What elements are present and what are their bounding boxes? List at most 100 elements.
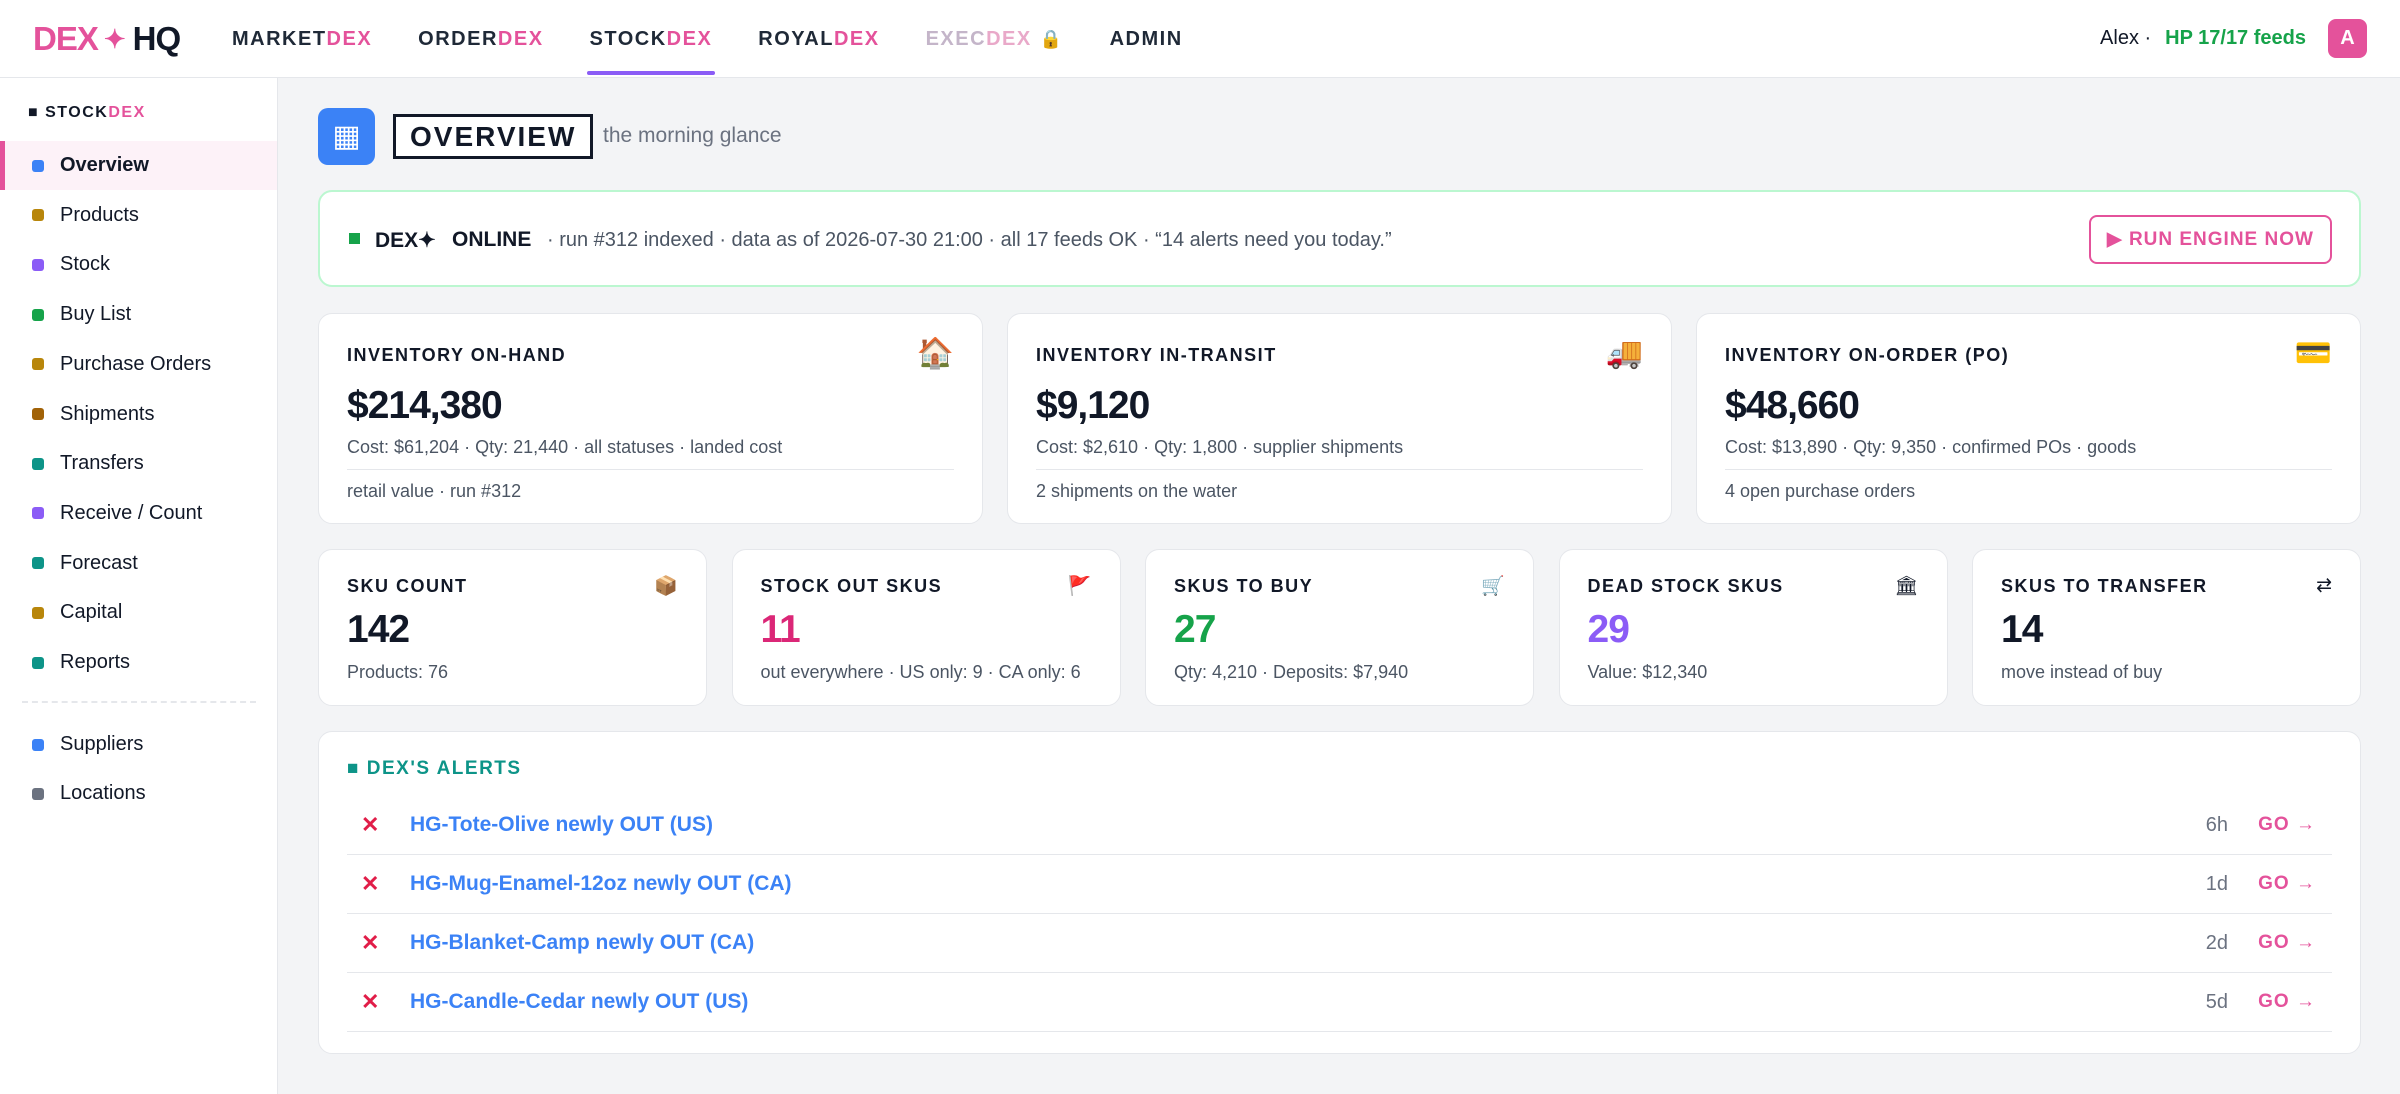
home-icon: 🏠 [916, 337, 954, 370]
sidebar-item-label: Overview [60, 154, 149, 176]
sidebar-item-reports[interactable]: Reports [0, 638, 277, 687]
truck-icon: 🚚 [1605, 337, 1643, 370]
feeds-status[interactable]: HP 17/17 feeds [2165, 27, 2306, 50]
kpi-card[interactable]: SKUS TO BUY 🛒 27 Qty: 4,210 · Deposits: $7,… [1145, 549, 1534, 706]
nav-admin[interactable]: ADMIN [1110, 0, 1183, 78]
sidebar: ■ STOCKDEX Overview Products Stock Buy List… [0, 78, 278, 1094]
transfer-arrows-icon: ⇄ [2316, 575, 2332, 596]
package-icon: 📦 [654, 576, 678, 597]
sidebar-item-label: Shipments [60, 402, 155, 425]
bullet-icon [32, 787, 44, 800]
alert-link[interactable]: HG-Candle-Cedar newly OUT (US) [410, 990, 748, 1014]
flag-icon: 🚩 [1067, 576, 1092, 597]
inventory-card[interactable]: INVENTORY IN-TRANSIT 🚚 $9,120 Cost: $2,610 … [1007, 313, 1672, 524]
card-subtext: Cost: $13,890 · Qty: 9,350 · confirmed P… [1725, 437, 2137, 457]
card-value: $9,120 [1036, 384, 1150, 427]
card-value: $214,380 [347, 384, 503, 427]
sparkle-icon: ✦ [103, 23, 126, 54]
card-divider [347, 469, 954, 470]
nav-stockdex[interactable]: STOCK DEX [586, 0, 716, 78]
inventory-card[interactable]: INVENTORY ON-HAND 🏠 $214,380 Cost: $61,204 … [318, 313, 983, 524]
go-button[interactable]: GO → [2258, 932, 2316, 954]
bullet-icon [32, 557, 44, 570]
sidebar-item-label: Buy List [60, 303, 132, 326]
bullet-icon [32, 308, 44, 321]
bullet-icon [32, 258, 44, 271]
alert-age: 6h [2205, 813, 2228, 836]
sidebar-item-transfers[interactable]: Transfers [0, 439, 277, 488]
alert-link[interactable]: HG-Blanket-Camp newly OUT (CA) [410, 931, 754, 955]
go-button[interactable]: GO → [2258, 991, 2316, 1013]
avatar[interactable]: A [2328, 19, 2367, 58]
inventory-card[interactable]: INVENTORY ON-ORDER (PO) 💳 $48,660 Cost: $13… [1696, 313, 2361, 524]
card-footnote: retail value · run #312 [347, 481, 522, 501]
sidebar-item-label: Forecast [60, 551, 138, 574]
bullet-icon [32, 606, 44, 619]
card-subtext: Qty: 4,210 · Deposits: $7,940 [1174, 662, 1409, 682]
engine-state: ONLINE [452, 228, 532, 251]
close-icon[interactable]: ✕ [361, 871, 379, 897]
sidebar-item-locations[interactable]: Locations [0, 769, 277, 818]
close-icon[interactable]: ✕ [361, 812, 379, 838]
card-label: INVENTORY ON-HAND [347, 345, 567, 365]
card-subtext: out everywhere · US only: 9 · CA only: 6 [760, 662, 1081, 682]
sidebar-item-label: Purchase Orders [60, 352, 212, 375]
sidebar-item-stock[interactable]: Stock [0, 240, 277, 289]
sidebar-item-overview[interactable]: Overview [0, 141, 277, 190]
alert-row[interactable]: ✕ HG-Candle-Cedar newly OUT (US) 5d GO → [347, 973, 2332, 1032]
nav-label-dex: DEX [326, 27, 373, 50]
sidebar-item-receive-count[interactable]: Receive / Count [0, 489, 277, 538]
nav-label: ROYAL [758, 27, 834, 50]
engine-status-card: DEX✦ ONLINE · run #312 indexed · data as… [318, 190, 2361, 287]
user-box: Alex · HP 17/17 feeds A [2100, 19, 2367, 58]
nav-marketdex[interactable]: MARKET DEX [232, 0, 372, 78]
kpi-card[interactable]: STOCK OUT SKUS 🚩 11 out everywhere · US onl… [731, 549, 1121, 706]
alert-age: 5d [2205, 990, 2228, 1013]
page-title: OVERVIEW [393, 114, 594, 159]
kpi-card[interactable]: DEAD STOCK SKUS 🏛 29 Value: $12,340 [1558, 549, 1948, 706]
nav-label: ORDER [418, 27, 498, 50]
card-subtext: Cost: $2,610 · Qty: 1,800 · supplier shi… [1036, 437, 1404, 457]
alert-row[interactable]: ✕ HG-Blanket-Camp newly OUT (CA) 2d GO → [347, 914, 2332, 973]
alert-row[interactable]: ✕ HG-Tote-Olive newly OUT (US) 6h GO → [347, 796, 2332, 855]
sidebar-item-suppliers[interactable]: Suppliers [0, 720, 277, 769]
alert-link[interactable]: HG-Mug-Enamel-12oz newly OUT (CA) [410, 872, 792, 896]
kpi-card[interactable]: SKU COUNT 📦 142 Products: 76 [318, 549, 707, 706]
lock-icon: 🔒 [1039, 28, 1064, 49]
card-value: $48,660 [1725, 384, 1860, 427]
nav-execdex[interactable]: EXEC DEX 🔒 [926, 0, 1064, 78]
kpi-card[interactable]: SKUS TO TRANSFER ⇄ 14 move instead of buy [1972, 549, 2361, 706]
sidebar-item-products[interactable]: Products [0, 191, 277, 240]
brand-right: HQ [132, 20, 181, 57]
go-button[interactable]: GO → [2258, 814, 2316, 836]
sidebar-item-label: Capital [60, 601, 123, 624]
sidebar-item-purchase-orders[interactable]: Purchase Orders [0, 340, 277, 389]
close-icon[interactable]: ✕ [361, 930, 379, 956]
nav-label: MARKET [232, 27, 327, 50]
sidebar-item-buy-list[interactable]: Buy List [0, 290, 277, 339]
sidebar-item-capital[interactable]: Capital [0, 588, 277, 637]
go-button[interactable]: GO → [2258, 873, 2316, 895]
square-icon: ■ [28, 104, 40, 121]
run-engine-button[interactable]: ▶ RUN ENGINE NOW [2089, 215, 2332, 264]
alert-row[interactable]: ✕ HG-Mug-Enamel-12oz newly OUT (CA) 1d GO → [347, 855, 2332, 914]
alerts-title: ■ DEX'S ALERTS [347, 758, 522, 779]
card-divider [1036, 469, 1643, 470]
sidebar-title-dex: DEX [108, 104, 146, 121]
nav-label: ADMIN [1109, 27, 1183, 50]
alert-link[interactable]: HG-Tote-Olive newly OUT (US) [410, 813, 713, 837]
credit-card-icon: 💳 [2294, 337, 2332, 370]
alert-age: 2d [2205, 931, 2228, 954]
nav-label: STOCK [589, 27, 667, 50]
card-divider [1725, 469, 2332, 470]
nav-orderdex[interactable]: ORDER DEX [418, 0, 543, 78]
card-label: SKUS TO BUY [1174, 576, 1314, 596]
card-subtext: Value: $12,340 [1587, 662, 1708, 682]
bullet-icon [32, 656, 44, 669]
sidebar-item-forecast[interactable]: Forecast [0, 539, 277, 588]
brand-logo[interactable]: DEX ✦ HQ [33, 20, 181, 58]
close-icon[interactable]: ✕ [361, 989, 379, 1015]
sidebar-item-shipments[interactable]: Shipments [0, 390, 277, 439]
nav-royaldex[interactable]: ROYAL DEX [758, 0, 879, 78]
nav-label-dex: DEX [986, 27, 1032, 50]
